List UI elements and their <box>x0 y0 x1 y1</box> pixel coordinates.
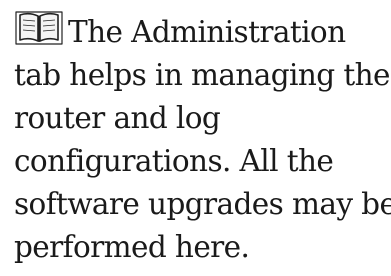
note-text-block: The Administration tab helps in managing… <box>14 8 391 269</box>
note-line-2: tab helps in managing the <box>14 58 390 92</box>
note-line-1: The Administration <box>68 15 346 49</box>
note-line-5: software upgrades may be <box>14 187 391 221</box>
note-line-6: performed here. <box>14 230 250 264</box>
note-line-4: configurations. All the <box>14 144 334 178</box>
book-icon <box>14 8 64 48</box>
note-line-1-container: The Administration <box>14 8 386 54</box>
note-line-3: router and log <box>14 101 221 135</box>
